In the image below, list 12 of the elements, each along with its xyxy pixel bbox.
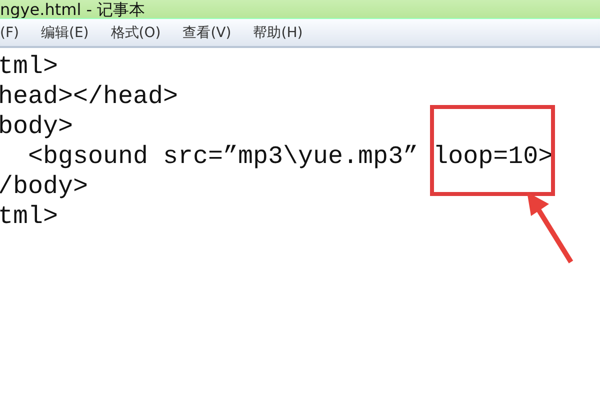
menu-item[interactable]: 编辑(E) xyxy=(40,24,89,42)
code-line: tml> xyxy=(0,52,60,82)
window-title: ngye.html - 记事本 xyxy=(0,2,146,18)
menu-item[interactable]: 查看(V) xyxy=(182,24,232,42)
code-line: tml> xyxy=(0,202,60,232)
menu-item[interactable]: 帮助(H) xyxy=(253,24,303,42)
menu-item[interactable]: 格式(O) xyxy=(110,24,161,42)
code-line: head></head> xyxy=(0,82,180,112)
arrow-icon xyxy=(527,192,574,264)
menu-item[interactable]: (F) xyxy=(0,24,19,40)
code-line: body> xyxy=(0,112,74,142)
code-line: <bgsound src=”mp3\yue.mp3” loop=10> xyxy=(27,142,554,172)
